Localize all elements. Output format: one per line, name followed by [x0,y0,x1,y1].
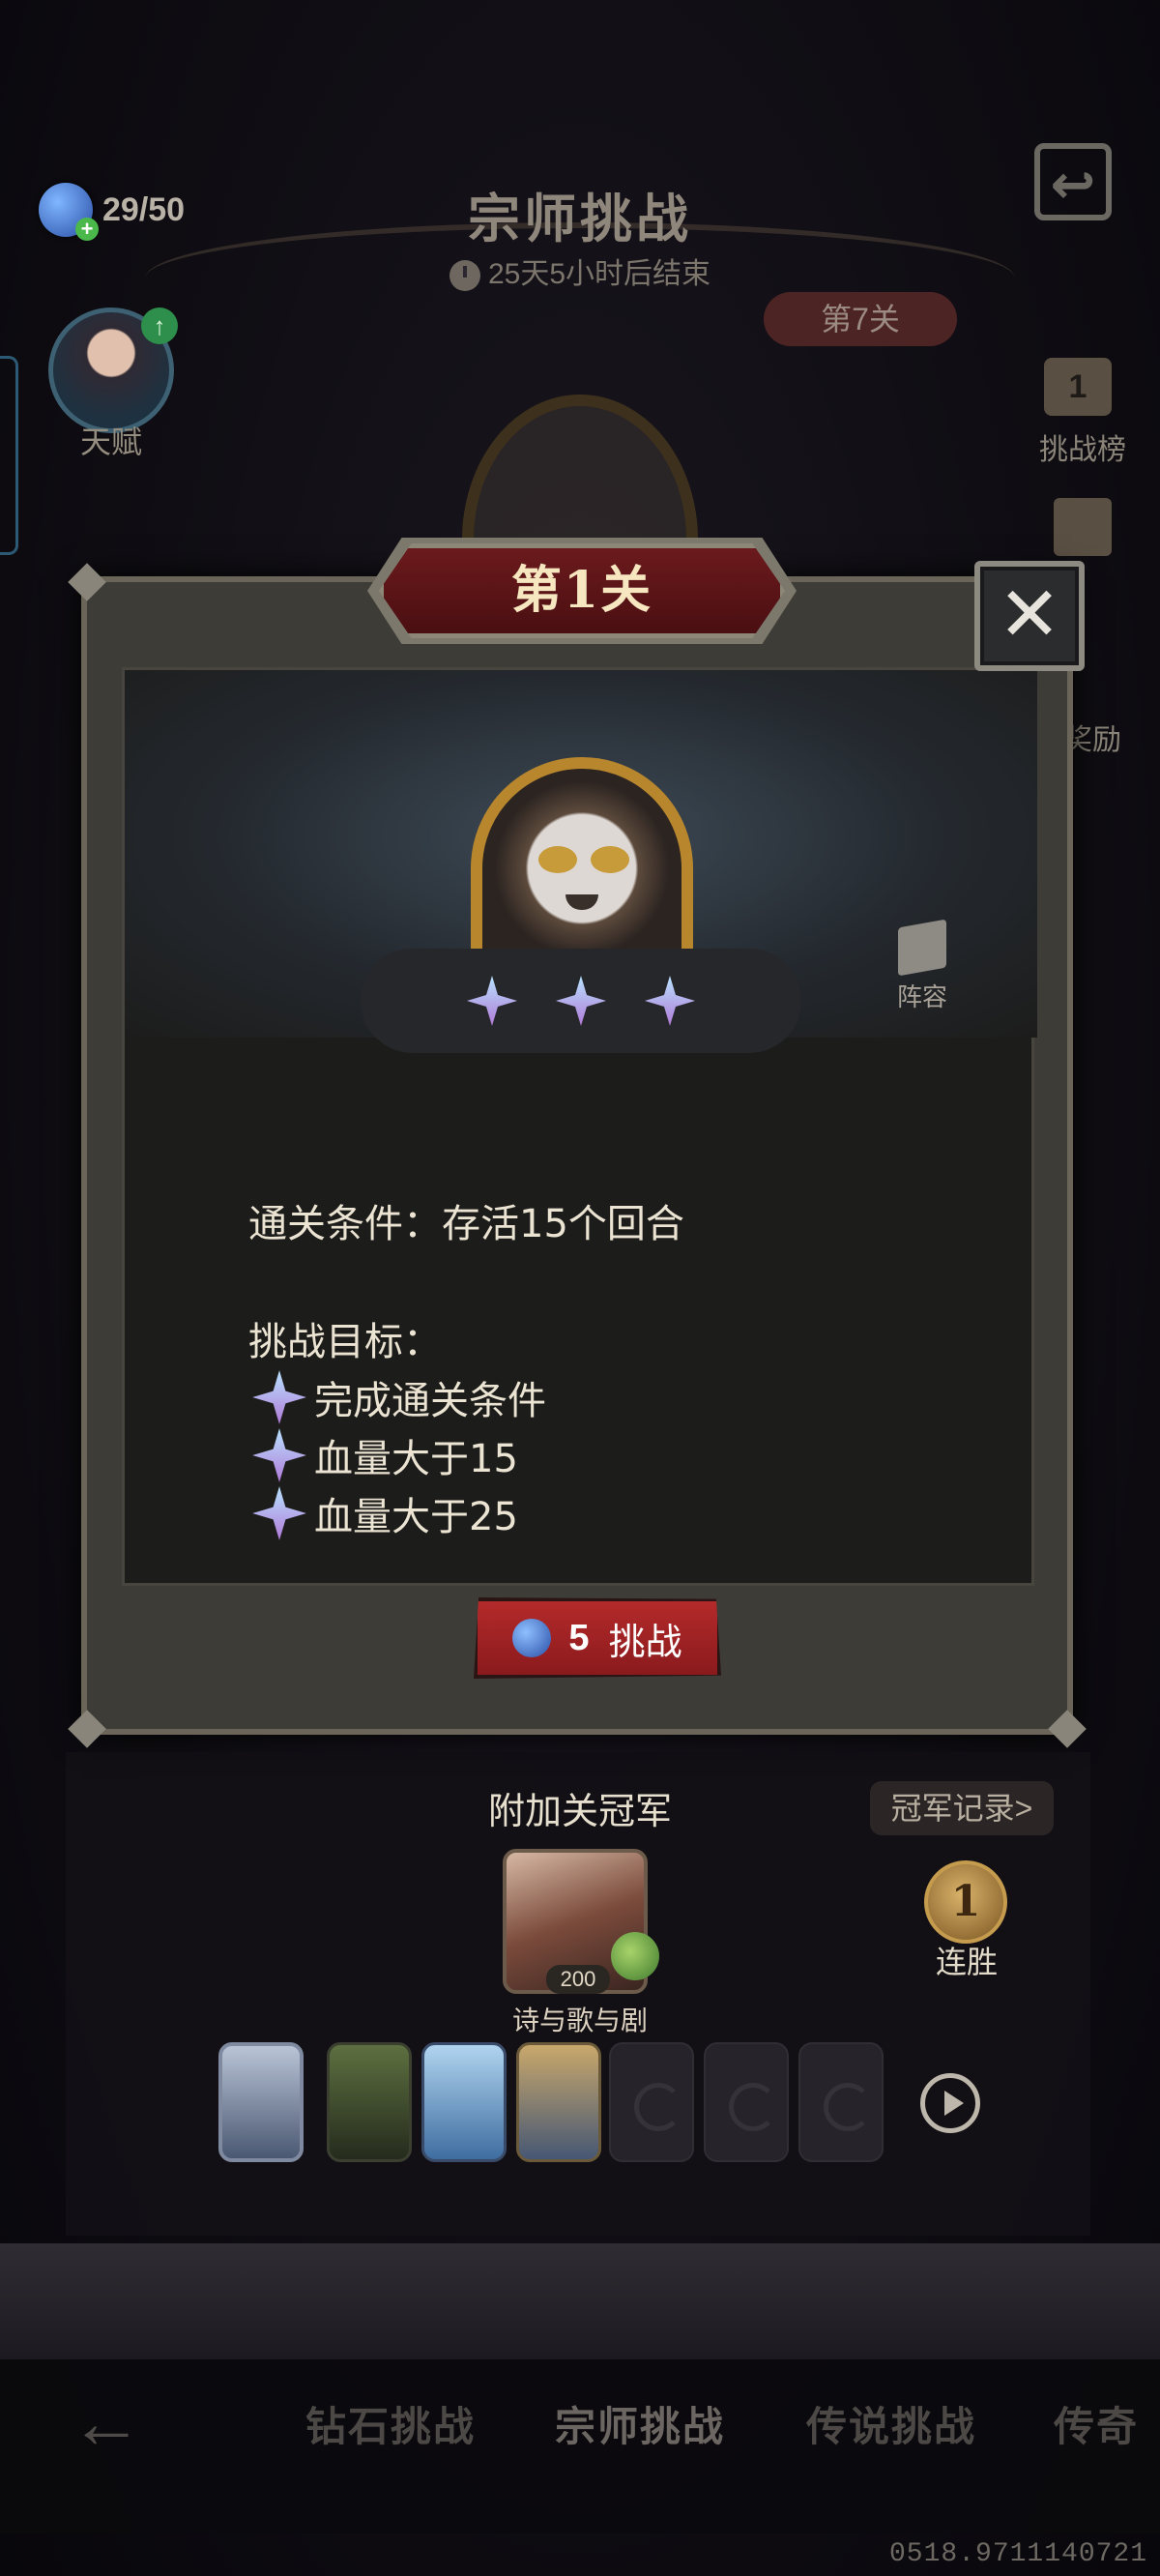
books-icon[interactable] [1054,498,1112,556]
goal-text: 完成通关条件 [314,1379,546,1423]
empty-hero-slot [798,2042,884,2162]
exit-button[interactable]: ↩ [1034,143,1112,220]
boss-eye [591,846,629,873]
lineup-button[interactable]: 阵容 [888,919,956,1013]
team-hero-slot[interactable] [421,2042,507,2162]
boss-portrait [471,757,693,980]
page-title: 宗师挑战 [468,188,692,249]
goal-star-icon [252,1370,306,1424]
dialog-content: 阵容 通关条件：存活15个回合 挑战目标： 完成通关条件 血量大于15 血量大于… [122,667,1037,1586]
team-hero-slot[interactable] [327,2042,412,2162]
tab-mythic-challenge[interactable]: 传奇 [1054,2394,1160,2453]
clock-icon [449,260,480,292]
goal-item: 血量大于25 [250,1484,518,1542]
boss-mouth [566,894,598,910]
dialog-title: 第1关 [510,561,653,620]
team-hero-slot[interactable] [516,2042,601,2162]
goal-star-icon [252,1428,306,1482]
tab-legend-challenge[interactable]: 传说挑战 [806,2394,976,2453]
goal-item: 血量大于15 [250,1426,518,1484]
challenge-label: 挑战 [608,1622,682,1663]
goal-text: 血量大于25 [314,1495,518,1539]
star-icon [554,974,608,1028]
side-drawer-handle[interactable] [0,356,18,555]
win-streak-badge: 1 [924,1860,1007,1944]
swirl-icon [634,2083,682,2131]
star-icon [643,974,697,1028]
replay-icon[interactable] [920,2073,980,2133]
empty-hero-slot [704,2042,789,2162]
tab-diamond-challenge[interactable]: 钻石挑战 [305,2394,476,2453]
console-decoration [0,2243,1160,2359]
book-icon [898,919,946,977]
team-hero-slot[interactable] [218,2042,304,2162]
swirl-icon [729,2083,777,2131]
goals-title: 挑战目标： [248,1320,442,1364]
win-streak-label: 连胜 [935,1945,998,1979]
timer-text: 25天5小时后结束 [487,258,711,290]
star-icon [465,974,519,1028]
back-arrow-icon[interactable]: ← [70,2386,143,2460]
champion-record-link[interactable]: 冠军记录> [870,1781,1054,1835]
close-button[interactable]: ✕ [974,561,1085,671]
version-string: 0518.9711140721 [889,2539,1148,2569]
champion-player-name: 诗与歌与剧 [511,2005,648,2035]
potion-icon [512,1619,552,1657]
tab-master-challenge[interactable]: 宗师挑战 [555,2394,725,2453]
champion-team-row [135,2042,1054,2187]
current-stage-tag[interactable]: 第7关 [764,292,957,346]
challenge-button[interactable]: 5 挑战 [474,1597,721,1679]
close-icon: ✕ [998,571,1061,659]
stage-star-rating [361,949,801,1053]
upgrade-arrow-icon: ↑ [141,307,178,344]
leaderboard-label[interactable]: 挑战榜 [1015,425,1150,468]
goal-star-icon [252,1486,306,1540]
challenge-cost: 5 [568,1617,590,1658]
empty-hero-slot [609,2042,694,2162]
frog-pet-icon [611,1932,659,1980]
boss-eye [538,846,577,873]
swirl-icon [824,2083,872,2131]
talent-label: 天赋 [79,424,142,459]
event-timer: 25天5小时后结束 [0,249,1160,292]
goal-item: 完成通关条件 [250,1368,546,1426]
clear-condition: 通关条件：存活15个回合 [248,1202,684,1246]
lineup-label: 阵容 [896,982,947,1011]
champion-level-badge: 200 [546,1965,610,1994]
leaderboard-icon[interactable]: 1 [1044,358,1112,416]
goal-text: 血量大于15 [314,1437,518,1481]
stage-detail-dialog: 阵容 通关条件：存活15个回合 挑战目标： 完成通关条件 血量大于15 血量大于… [68,563,1087,1748]
